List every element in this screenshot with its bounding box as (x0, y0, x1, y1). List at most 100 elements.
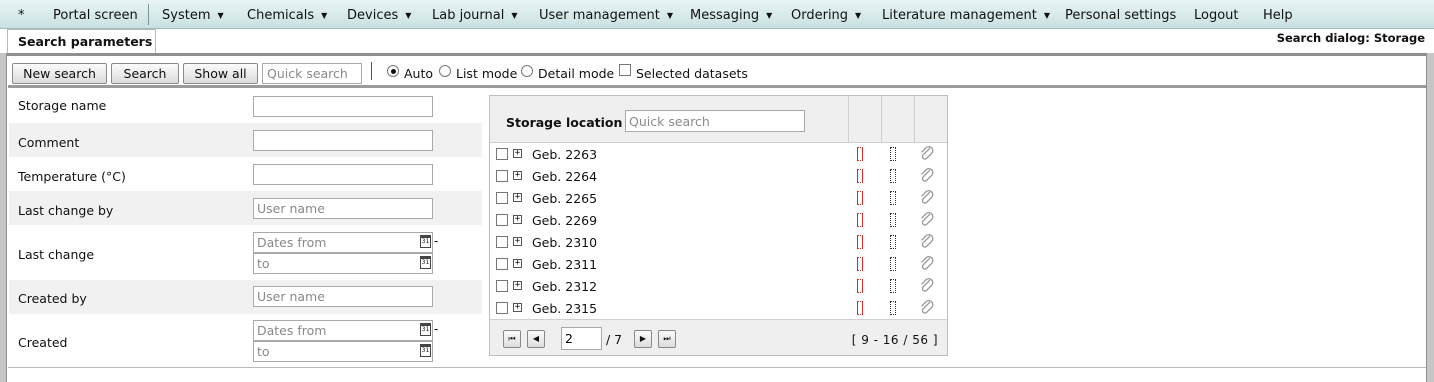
box-marker-icon[interactable] (890, 147, 896, 161)
red-marker-icon[interactable] (857, 279, 863, 293)
box-marker-icon[interactable] (890, 301, 896, 315)
new-search-button[interactable]: New search (12, 63, 107, 84)
menu-item-chemicals[interactable]: Chemicals ▼ (247, 0, 327, 29)
last-change-by-input[interactable] (253, 198, 433, 219)
storage-location-name[interactable]: Geb. 2310 (532, 235, 597, 250)
row-checkbox[interactable] (496, 236, 508, 248)
menu-item-user-management[interactable]: User management ▼ (539, 0, 673, 29)
tab-search-parameters[interactable]: Search parameters (7, 29, 156, 54)
row-checkbox[interactable] (496, 214, 508, 226)
red-marker-icon[interactable] (857, 257, 863, 271)
mode-auto-radio[interactable] (387, 65, 399, 77)
box-marker-icon[interactable] (890, 279, 896, 293)
row-checkbox[interactable] (496, 148, 508, 160)
expand-icon[interactable]: + (513, 237, 522, 246)
box-marker-icon[interactable] (890, 235, 896, 249)
red-marker-icon[interactable] (857, 213, 863, 227)
expand-icon[interactable]: + (513, 259, 522, 268)
calendar-icon[interactable]: 31 (420, 235, 431, 248)
red-marker-icon[interactable] (857, 191, 863, 205)
row-checkbox[interactable] (496, 170, 508, 182)
row-checkbox[interactable] (496, 280, 508, 292)
storage-tree-row[interactable]: + Geb. 2310 (490, 231, 947, 253)
quick-search-input[interactable] (262, 63, 362, 84)
first-page-button[interactable]: ⏮ (503, 330, 521, 348)
paperclip-icon[interactable] (918, 299, 936, 317)
storage-tree-row[interactable]: + Geb. 2263 (490, 143, 947, 165)
page-number-input[interactable] (561, 327, 602, 350)
menu-item-system[interactable]: System ▼ (162, 0, 224, 29)
menu-item-literature-management[interactable]: Literature management ▼ (882, 0, 1050, 29)
row-checkbox[interactable] (496, 258, 508, 270)
temperature-input[interactable] (253, 164, 433, 185)
storage-tree-row[interactable]: + Geb. 2264 (490, 165, 947, 187)
storage-location-name[interactable]: Geb. 2264 (532, 169, 597, 184)
box-marker-icon[interactable] (890, 191, 896, 205)
last-page-button[interactable]: ⏭ (658, 330, 676, 348)
paperclip-icon[interactable] (918, 233, 936, 251)
red-marker-icon[interactable] (857, 147, 863, 161)
paperclip-icon[interactable] (918, 145, 936, 163)
created-from-input[interactable] (253, 320, 433, 341)
calendar-icon[interactable]: 31 (420, 344, 431, 357)
storage-location-name[interactable]: Geb. 2269 (532, 213, 597, 228)
paperclip-icon[interactable] (918, 277, 936, 295)
previous-page-button[interactable]: ◀ (527, 330, 545, 348)
created-label: Created (18, 335, 68, 350)
paperclip-icon[interactable] (918, 255, 936, 273)
storage-location-name[interactable]: Geb. 2311 (532, 257, 597, 272)
created-to-input[interactable] (253, 341, 433, 362)
menu-item-ordering[interactable]: Ordering ▼ (791, 0, 861, 29)
box-marker-icon[interactable] (890, 213, 896, 227)
next-page-button[interactable]: ▶ (634, 330, 652, 348)
storage-tree-row[interactable]: + Geb. 2311 (490, 253, 947, 275)
comment-input[interactable] (253, 130, 433, 151)
menu-item-logout[interactable]: Logout (1194, 0, 1239, 29)
last-change-from-input[interactable] (253, 232, 433, 253)
expand-icon[interactable]: + (513, 171, 522, 180)
expand-icon[interactable]: + (513, 281, 522, 290)
red-marker-icon[interactable] (857, 235, 863, 249)
storage-location-name[interactable]: Geb. 2265 (532, 191, 597, 206)
storage-quick-search-input[interactable] (625, 110, 805, 132)
storage-location-name[interactable]: Geb. 2263 (532, 147, 597, 162)
menu-item-lab-journal[interactable]: Lab journal ▼ (432, 0, 518, 29)
menu-item-devices[interactable]: Devices ▼ (347, 0, 411, 29)
paperclip-icon[interactable] (918, 211, 936, 229)
expand-icon[interactable]: + (513, 303, 522, 312)
box-marker-icon[interactable] (890, 169, 896, 183)
row-checkbox[interactable] (496, 302, 508, 314)
created-by-input[interactable] (253, 286, 433, 307)
mode-list-radio[interactable] (439, 65, 451, 77)
menu-item-portal-screen[interactable]: Portal screen (53, 0, 138, 29)
temperature-label: Temperature (°C) (18, 169, 126, 184)
calendar-icon[interactable]: 31 (420, 323, 431, 336)
search-button[interactable]: Search (111, 63, 179, 84)
menu-item-star[interactable]: * (18, 0, 25, 29)
expand-icon[interactable]: + (513, 215, 522, 224)
show-all-button[interactable]: Show all (183, 63, 258, 84)
last-change-to-input[interactable] (253, 253, 433, 274)
red-marker-icon[interactable] (857, 169, 863, 183)
menu-item-messaging[interactable]: Messaging ▼ (690, 0, 772, 29)
expand-icon[interactable]: + (513, 193, 522, 202)
storage-tree-row[interactable]: + Geb. 2312 (490, 275, 947, 297)
mode-detail-radio[interactable] (521, 65, 533, 77)
paperclip-icon[interactable] (918, 189, 936, 207)
storage-location-name[interactable]: Geb. 2315 (532, 301, 597, 316)
red-marker-icon[interactable] (857, 301, 863, 315)
expand-icon[interactable]: + (513, 149, 522, 158)
storage-tree-row[interactable]: + Geb. 2315 (490, 297, 947, 319)
box-marker-icon[interactable] (890, 257, 896, 271)
storage-location-name[interactable]: Geb. 2312 (532, 279, 597, 294)
selected-datasets-checkbox[interactable] (619, 64, 631, 76)
menu-item-personal-settings[interactable]: Personal settings (1065, 0, 1176, 29)
menu-item-help[interactable]: Help (1263, 0, 1293, 29)
storage-tree-row[interactable]: + Geb. 2269 (490, 209, 947, 231)
column-divider (914, 96, 915, 143)
paperclip-icon[interactable] (918, 167, 936, 185)
calendar-icon[interactable]: 31 (420, 256, 431, 269)
storage-name-input[interactable] (253, 96, 433, 117)
storage-tree-row[interactable]: + Geb. 2265 (490, 187, 947, 209)
row-checkbox[interactable] (496, 192, 508, 204)
